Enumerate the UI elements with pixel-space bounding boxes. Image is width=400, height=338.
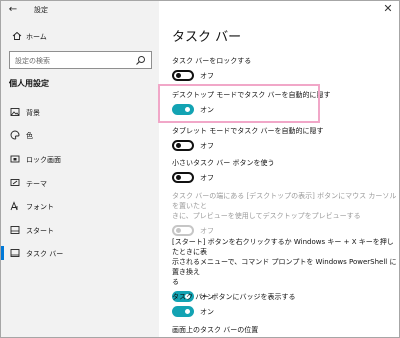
sidebar-item-theme[interactable]: テーマ: [1, 173, 159, 193]
setting-small-buttons: 小さいタスク バー ボタンを使う オフ: [172, 158, 397, 184]
setting-autohide-tablet: タブレット モードでタスク バーを自動的に隠す オフ: [172, 126, 397, 152]
toggle-state: オフ: [200, 227, 214, 235]
toggle-state: オフ: [200, 72, 214, 80]
sidebar-item-label: タスク バー: [26, 250, 64, 258]
sidebar-item-label: フォント: [26, 203, 54, 211]
picture-icon: [10, 108, 20, 116]
peek-preview-toggle: [172, 225, 194, 236]
toggle-state: オン: [200, 308, 214, 316]
autohide-tablet-toggle[interactable]: [172, 140, 194, 151]
search-icon[interactable]: [135, 55, 146, 66]
sidebar-item-label: テーマ: [26, 180, 47, 188]
toggle-state: オフ: [200, 174, 214, 182]
font-icon: [10, 201, 18, 211]
page-title: タスク バー: [172, 30, 242, 45]
search-input[interactable]: 設定の検索: [9, 51, 152, 69]
small-buttons-toggle[interactable]: [172, 172, 194, 183]
setting-label: タスク バー ボタンにバッジを表示する: [172, 293, 296, 301]
app-title: 設定: [34, 6, 48, 14]
sidebar-item-label: 色: [26, 132, 33, 140]
setting-peek-preview: タスク バーの端にある [デスクトップの表示] ボタンにマウス カーソルを置いた…: [172, 191, 397, 237]
setting-label: きに、プレビューを使用してデスクトップをプレビューする: [172, 212, 361, 220]
setting-label: タブレット モードでタスク バーを自動的に隠す: [172, 127, 324, 135]
sidebar-item-label: スタート: [26, 227, 54, 235]
setting-label: る: [172, 278, 179, 286]
search-placeholder: 設定の検索: [15, 57, 50, 65]
close-icon[interactable]: ✕: [381, 2, 395, 16]
sidebar-item-label: 背景: [26, 109, 40, 117]
badges-toggle[interactable]: [172, 306, 194, 317]
lock-screen-icon: [10, 155, 20, 163]
sidebar-item-background[interactable]: 背景: [1, 102, 159, 122]
home-icon: [12, 31, 22, 40]
main-content: ✕ タスク バー タスク バーをロックする オフ デスクトップ モードでタスク …: [159, 1, 399, 337]
sidebar-item-label: ロック画面: [26, 156, 61, 164]
setting-label: 画面上のタスク バーの位置: [172, 326, 259, 334]
selection-indicator: [1, 246, 4, 260]
setting-badges: タスク バー ボタンにバッジを表示する オン: [172, 292, 397, 318]
sidebar-item-taskbar[interactable]: タスク バー: [1, 243, 159, 263]
setting-label: 示されるメニューで、コマンド プロンプトを Windows PowerShell…: [172, 258, 397, 276]
setting-label: タスク バーをロックする: [172, 57, 252, 65]
section-title: 個人用設定: [9, 79, 49, 88]
lock-taskbar-toggle[interactable]: [172, 70, 194, 81]
setting-label: タスク バーの端にある [デスクトップの表示] ボタンにマウス カーソルを置いた…: [172, 192, 397, 210]
start-icon: [10, 226, 20, 234]
setting-lock-taskbar: タスク バーをロックする オフ: [172, 56, 397, 82]
back-arrow-icon[interactable]: ←: [7, 4, 19, 16]
setting-taskbar-location: 画面上のタスク バーの位置: [172, 325, 397, 335]
highlight-box: [158, 84, 320, 123]
palette-icon: [10, 130, 20, 140]
brush-icon: [10, 179, 20, 186]
title-bar: ← 設定: [1, 1, 159, 19]
setting-label: [スタート] ボタンを右クリックするか Windows キー + X キーを押し…: [172, 238, 394, 256]
sidebar-item-color[interactable]: 色: [1, 125, 159, 145]
home-label: ホーム: [26, 33, 47, 41]
settings-window: ← 設定 ホーム 設定の検索 個人用設定 背景 色 ロック画面 テーマ フォント…: [0, 0, 400, 338]
sidebar-item-lock-screen[interactable]: ロック画面: [1, 149, 159, 169]
taskbar-icon: [10, 249, 20, 257]
sidebar-item-font[interactable]: フォント: [1, 196, 159, 216]
sidebar-item-start[interactable]: スタート: [1, 220, 159, 240]
home-nav-item[interactable]: ホーム: [1, 27, 159, 45]
sidebar: ← 設定 ホーム 設定の検索 個人用設定 背景 色 ロック画面 テーマ フォント…: [1, 1, 159, 337]
setting-label: 小さいタスク バー ボタンを使う: [172, 159, 275, 167]
toggle-state: オフ: [200, 142, 214, 150]
